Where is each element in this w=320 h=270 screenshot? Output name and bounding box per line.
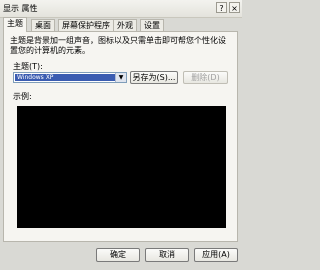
title-bar: 显示 属性 ? ×	[0, 0, 242, 18]
apply-button[interactable]: 应用(A)	[194, 248, 238, 262]
tab-themes[interactable]: 主题	[3, 17, 27, 32]
tab-desktop[interactable]: 桌面	[31, 19, 55, 31]
close-button[interactable]: ×	[229, 2, 240, 13]
help-button[interactable]: ?	[216, 2, 227, 13]
tab-screensaver[interactable]: 屏幕保护程序	[58, 19, 114, 31]
delete-button[interactable]: 删除(D)	[183, 71, 228, 84]
theme-label: 主题(T):	[13, 62, 43, 71]
save-as-button[interactable]: 另存为(S)...	[130, 71, 178, 84]
theme-select-value: Windows XP	[15, 74, 115, 81]
tab-settings[interactable]: 设置	[140, 19, 164, 31]
tab-strip: 主题 桌面 屏幕保护程序 外观 设置	[0, 17, 242, 32]
preview-label: 示例:	[13, 92, 32, 101]
window-title: 显示 属性	[3, 4, 38, 13]
chevron-down-icon[interactable]: ▼	[115, 73, 126, 82]
theme-description: 主题是背景加一组声音，图标以及只需单击即可帮您个性化设置您的计算机的元素。	[10, 36, 226, 55]
ok-button[interactable]: 确定	[96, 248, 140, 262]
theme-preview	[17, 106, 226, 228]
cancel-button[interactable]: 取消	[145, 248, 189, 262]
theme-select[interactable]: Windows XP ▼	[13, 72, 127, 83]
tab-appearance[interactable]: 外观	[113, 19, 137, 31]
